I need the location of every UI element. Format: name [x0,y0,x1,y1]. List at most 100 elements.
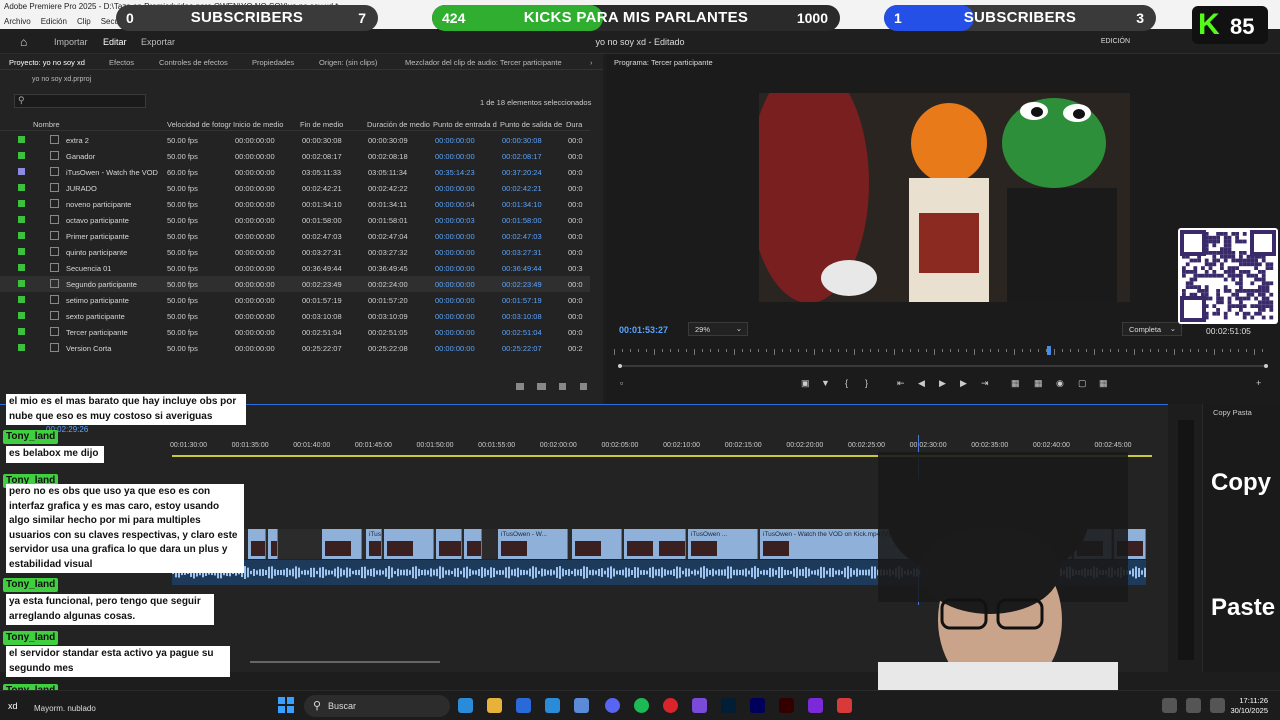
label-color-swatch[interactable] [18,280,25,287]
app-icon[interactable] [458,698,473,713]
video-clip[interactable] [436,529,462,559]
col-nombre[interactable]: Nombre [33,120,60,129]
multi-icon[interactable]: ▦ [1099,378,1108,389]
spotify-icon[interactable] [634,698,649,713]
col-entrada[interactable]: Punto de entrada d [433,120,497,129]
discord-icon[interactable] [605,698,620,713]
project-item-row[interactable]: Secuencia 01 50.00 fps 00:00:00:00 00:36:49… [0,260,590,276]
program-scrub-ruler[interactable] [614,346,1270,356]
project-item-row[interactable]: Segundo participante 50.00 fps 00:00:00:00… [0,276,590,292]
go-to-in-icon[interactable]: ⇤ [897,378,905,389]
add-button-icon[interactable]: + [1256,378,1261,388]
project-item-row[interactable]: setimo participante 50.00 fps 00:00:00:00 0… [0,292,590,308]
tab-mezclador[interactable]: Mezclador del clip de audio: Tercer part… [405,58,562,67]
panel-more-icon[interactable]: › [590,58,593,67]
lift-icon[interactable]: ▦ [1011,378,1020,389]
label-color-swatch[interactable] [18,168,25,175]
video-clip[interactable] [248,529,266,559]
project-item-row[interactable]: Ganador 50.00 fps 00:00:00:00 00:02:08:17 00… [0,148,590,164]
taskbar-search-input[interactable]: ⚲ Buscar [304,695,450,717]
play-icon[interactable]: ▶ [939,378,946,389]
project-item-row[interactable]: octavo participante 50.00 fps 00:00:00:00 0… [0,212,590,228]
col-fin[interactable]: Fin de medio [300,120,343,129]
windows-start-icon[interactable] [278,697,294,713]
go-to-out-icon[interactable]: ⇥ [981,378,989,389]
tab-origen[interactable]: Origen: (sin clips) [319,58,377,67]
project-search-input[interactable]: ⚲ [14,94,146,108]
label-color-swatch[interactable] [18,248,25,255]
project-item-row[interactable]: quinto participante 50.00 fps 00:00:00:00 0… [0,244,590,260]
project-item-row[interactable]: Tercer participante 50.00 fps 00:00:00:00 0… [0,324,590,340]
program-timecode[interactable]: 00:01:53:27 [619,325,668,335]
zoom-select[interactable]: 29% ⌄ [688,322,748,336]
step-forward-icon[interactable]: ▶ [960,378,967,389]
taskbar-clock[interactable]: 17:11:26 30/10/2025 [1230,696,1268,716]
compare-icon[interactable]: ▢ [1078,378,1087,389]
illustrator-icon[interactable] [779,698,794,713]
mark-in-icon[interactable]: { [845,378,848,388]
menu-item[interactable]: Clip [77,14,91,29]
photoshop-icon[interactable] [721,698,736,713]
video-clip[interactable]: iTusOwen ... [688,529,758,559]
tab-proyecto[interactable]: Proyecto: yo no soy xd [9,58,85,67]
camera-icon[interactable]: ◉ [1056,378,1064,389]
project-item-row[interactable]: iTusOwen - Watch the VOD 60.00 fps 00:00:0… [0,164,590,180]
video-clip[interactable] [656,529,686,559]
video-clip[interactable] [464,529,482,559]
step-back-icon[interactable]: ◀ [918,378,925,389]
quality-select[interactable]: Completa ⌄ [1122,322,1182,336]
add-marker-icon[interactable]: ▼ [821,378,830,388]
onenote-icon[interactable] [808,698,823,713]
volume-icon[interactable] [1186,698,1201,713]
video-clip[interactable] [322,529,362,559]
tab-propiedades[interactable]: Propiedades [252,58,294,67]
label-color-swatch[interactable] [18,344,25,351]
workspace-mode[interactable]: EDICIÓN [1101,38,1130,45]
network-icon[interactable] [1162,698,1177,713]
store-icon[interactable] [516,698,531,713]
timeline-scrollbar[interactable] [250,661,440,663]
program-playhead[interactable] [1046,346,1051,355]
col-dura[interactable]: Dura [566,120,582,129]
project-item-row[interactable]: Version Corta 50.00 fps 00:00:00:00 00:25:2… [0,340,590,356]
project-item-row[interactable]: Primer participante 50.00 fps 00:00:00:00 0… [0,228,590,244]
mark-out-icon[interactable]: } [865,378,868,388]
video-clip[interactable] [268,529,278,559]
battery-icon[interactable] [1210,698,1225,713]
tab-efectos[interactable]: Efectos [109,58,134,67]
col-fps[interactable]: Velocidad de fotogr [167,120,231,129]
brave-icon[interactable] [837,698,852,713]
marker-icon[interactable]: ▫ [620,378,623,388]
project-item-row[interactable]: JURADO 50.00 fps 00:00:00:00 00:02:42:21 00:… [0,180,590,196]
menu-item[interactable]: Edición [41,14,67,29]
col-inicio[interactable]: Inicio de medio [233,120,283,129]
label-color-swatch[interactable] [18,184,25,191]
label-color-swatch[interactable] [18,264,25,271]
premiere-icon[interactable] [750,698,765,713]
video-clip[interactable] [384,529,434,559]
label-color-swatch[interactable] [18,152,25,159]
label-color-swatch[interactable] [18,216,25,223]
project-item-row[interactable]: extra 2 50.00 fps 00:00:00:00 00:00:30:08 00… [0,132,590,148]
label-color-swatch[interactable] [18,232,25,239]
col-duracion[interactable]: Duración de medio [367,120,430,129]
program-zoom-bar[interactable] [618,364,1268,368]
video-clip[interactable]: iTus... [366,529,382,559]
label-color-swatch[interactable] [18,312,25,319]
label-color-swatch[interactable] [18,136,25,143]
menu-item[interactable]: Archivo [4,14,31,29]
opera-icon[interactable] [663,698,678,713]
label-color-swatch[interactable] [18,328,25,335]
folder-icon[interactable] [487,698,502,713]
col-salida[interactable]: Punto de salida de [500,120,562,129]
label-color-swatch[interactable] [18,296,25,303]
project-item-row[interactable]: noveno participante 50.00 fps 00:00:00:00 0… [0,196,590,212]
extract-icon[interactable]: ▦ [1034,378,1043,389]
weather-widget[interactable]: Mayorm. nublado [34,704,96,713]
tab-controles-efectos[interactable]: Controles de efectos [159,58,228,67]
calculator-icon[interactable] [574,698,589,713]
video-clip[interactable]: iTusOwen - W... [498,529,568,559]
notes-icon[interactable] [545,698,560,713]
video-clip[interactable] [572,529,622,559]
app-icon[interactable] [692,698,707,713]
